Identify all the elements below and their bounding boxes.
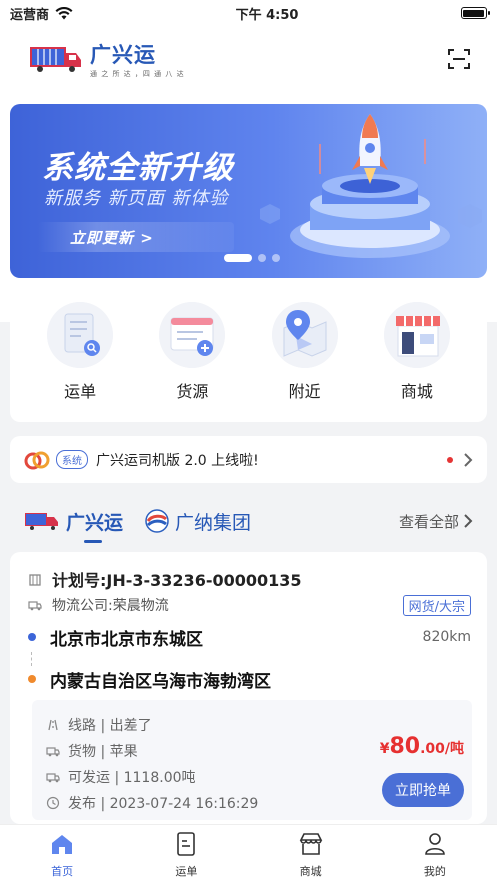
- banner-subtitle: 新服务 新页面 新体验: [44, 188, 229, 209]
- tab-label: 运单: [175, 865, 198, 878]
- shipment-icon: [46, 773, 60, 783]
- indicator-dot: [258, 254, 266, 262]
- brand-tabs: 广兴运 广纳集团 查看全部: [0, 496, 497, 546]
- cargo-source-icon: [159, 302, 226, 368]
- freight-price: ¥80.00/吨: [380, 734, 464, 759]
- quick-entry-nearby[interactable]: 附近: [255, 302, 355, 422]
- banner-title: 系统全新升级: [42, 150, 234, 186]
- indicator-dot-active: [224, 254, 252, 262]
- chevron-right-icon: [464, 514, 473, 528]
- store-icon: [299, 833, 322, 855]
- tab-label: 首页: [51, 865, 74, 878]
- upgrade-banner[interactable]: 系统全新升级 新服务 新页面 新体验 立即更新 >: [10, 104, 487, 278]
- nearby-map-icon: [271, 302, 338, 368]
- tab-guangxingyun[interactable]: 广兴运: [24, 496, 123, 546]
- rocket-illustration: [260, 114, 482, 258]
- tab-home[interactable]: 首页: [22, 831, 102, 883]
- status-time: 下午 4:50: [235, 7, 299, 23]
- price-unit: .00/吨: [420, 741, 464, 757]
- route-text: 线路 | 出差了: [68, 718, 152, 734]
- quick-label: 附近: [288, 382, 321, 401]
- distance: 820km: [422, 629, 471, 645]
- tab-guangna-group[interactable]: 广纳集团: [145, 496, 251, 546]
- notice-logo-icon: [24, 451, 50, 469]
- user-icon: [425, 833, 445, 855]
- app-header: 广兴运 通 之 所 达 ，四 通 八 达: [0, 26, 497, 92]
- chevron-right-icon: [464, 452, 473, 467]
- origin-address: 北京市北京市东城区: [50, 629, 203, 650]
- brand-logo: 广兴运 通 之 所 达 ，四 通 八 达: [28, 39, 185, 79]
- quick-entry-waybill[interactable]: 运单: [30, 302, 130, 422]
- truck-logo-icon: [30, 47, 81, 72]
- tab-profile[interactable]: 我的: [395, 831, 475, 883]
- active-tab-indicator: [84, 540, 102, 543]
- brand-slogan: 通 之 所 达 ，四 通 八 达: [90, 70, 185, 78]
- guangna-logo-icon: [145, 509, 169, 533]
- wifi-icon: [55, 6, 73, 19]
- order-card[interactable]: 计划号:JH-3-33236-00000135 物流公司:荣晨物流 网货/大宗 …: [10, 552, 487, 824]
- price-symbol: ¥: [379, 741, 390, 757]
- tab-label: 我的: [423, 865, 446, 878]
- origin-dot: [28, 633, 36, 641]
- grab-order-button[interactable]: 立即抢单: [382, 773, 464, 807]
- building-icon: [29, 574, 41, 586]
- unread-dot: [447, 456, 453, 463]
- brand-name: 广兴运: [90, 43, 156, 67]
- quick-label: 货源: [176, 382, 209, 401]
- goods-text: 货物 | 苹果: [68, 744, 138, 760]
- indicator-dot: [272, 254, 280, 262]
- quick-entry-cargo[interactable]: 货源: [142, 302, 242, 422]
- view-all-link[interactable]: 查看全部: [399, 511, 473, 532]
- tab-mall[interactable]: 商城: [271, 831, 351, 883]
- tab-label: 商城: [299, 865, 322, 878]
- price-integer: 80: [389, 734, 421, 759]
- banner-indicator: [224, 254, 280, 262]
- quick-entry-grid: 运单 货源 附近 商城: [10, 290, 487, 422]
- publish-text: 发布 | 2023-07-24 16:16:29: [68, 796, 259, 812]
- route-connector: [31, 652, 471, 666]
- truck-icon: [28, 601, 42, 611]
- quick-label: 运单: [64, 382, 97, 401]
- notice-text: 广兴运司机版 2.0 上线啦!: [96, 452, 259, 469]
- battery-icon: [460, 7, 490, 19]
- tab-label: 广兴运: [66, 511, 124, 534]
- bottom-tab-bar: 首页 运单 商城 我的: [0, 824, 497, 883]
- system-notice-bar[interactable]: 系统 广兴运司机版 2.0 上线啦!: [10, 436, 487, 483]
- home-icon: [52, 835, 73, 854]
- logistics-company: 物流公司:荣晨物流: [52, 598, 169, 614]
- quick-label: 商城: [400, 382, 433, 401]
- scan-icon[interactable]: [447, 47, 471, 71]
- clock-icon: [46, 796, 60, 810]
- cargo-type-tag: 网货/大宗: [402, 594, 471, 616]
- goods-truck-icon: [46, 747, 60, 757]
- notice-badge: 系统: [56, 450, 88, 469]
- tab-label: 广纳集团: [175, 511, 252, 534]
- mall-icon: [383, 302, 450, 368]
- order-detail-box: 线路 | 出差了 货物 | 苹果 可发运 | 1118.00吨 发布 | 202…: [32, 700, 472, 820]
- tab-waybill[interactable]: 运单: [146, 831, 226, 883]
- truck-logo-icon: [25, 513, 58, 530]
- document-icon: [177, 832, 196, 856]
- waybill-icon: [47, 302, 114, 368]
- destination-address: 内蒙古自治区乌海市海勃湾区: [50, 671, 271, 692]
- quick-entry-mall[interactable]: 商城: [367, 302, 467, 422]
- destination-dot: [28, 675, 36, 683]
- available-text: 可发运 | 1118.00吨: [68, 770, 196, 786]
- view-all-label: 查看全部: [398, 512, 459, 531]
- carrier-label: 运营商: [10, 7, 50, 23]
- route-icon: [48, 719, 58, 731]
- status-bar: 运营商 下午 4:50: [0, 0, 497, 26]
- plan-number: 计划号:JH-3-33236-00000135: [52, 571, 302, 590]
- update-now-button[interactable]: 立即更新 >: [38, 222, 234, 252]
